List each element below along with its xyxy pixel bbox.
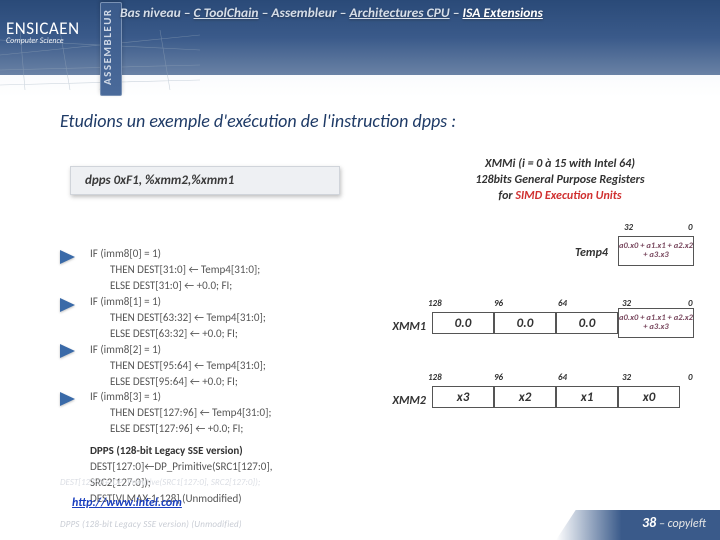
bit-label: 96 — [494, 372, 503, 383]
logo-name: ENSICAEN — [6, 20, 80, 37]
bit-label: 0 — [688, 222, 693, 233]
reg-label-xmm1: XMM1 — [366, 320, 426, 334]
intel-link[interactable]: http://www.intel.com — [72, 496, 182, 510]
copyleft-note: – copyleft — [656, 517, 706, 531]
desc-line: XMMi (i = 0 à 15 with Intel 64) — [430, 156, 690, 172]
pseudocode-block: IF (imm8[0] = 1) THEN DEST[31:0] ← Temp4… — [90, 246, 320, 507]
page-title: Etudions un exemple d'exécution de l'ins… — [60, 110, 456, 132]
crumb-item: Bas niveau — [120, 4, 181, 21]
reg-cell-temp4: a0.x0 + a1.x1 + a2.x2 + a3.x3 — [618, 236, 694, 266]
bit-label: 0 — [688, 372, 693, 383]
desc-line: 128bits General Purpose Registers — [430, 172, 690, 188]
reg-cell-xmm2-0: x0 — [618, 386, 680, 408]
bit-label: 96 — [494, 298, 503, 309]
code-line: ELSE DEST[127:96] ← +0.0; FI; — [110, 421, 320, 437]
bit-label: 32 — [622, 372, 631, 383]
logo: ENSICAEN Computer Science — [6, 20, 80, 45]
code-line: THEN DEST[31:0] ← Temp4[31:0]; — [110, 262, 320, 278]
code-line: IF (imm8[3] = 1) — [90, 389, 320, 405]
code-line: IF (imm8[0] = 1) — [90, 246, 320, 262]
crumb-item: Architectures CPU — [349, 4, 449, 21]
code-line: THEN DEST[63:32] ← Temp4[31:0]; — [110, 310, 320, 326]
ghost-text: DEST[127:0]←DP_Primitive(SRC1[127:0], SR… — [60, 477, 680, 488]
bullet-arrow-icon — [60, 250, 75, 264]
bullet-arrow-icon — [60, 298, 75, 312]
code-line: ELSE DEST[95:64] ← +0.0; FI; — [110, 374, 320, 390]
reg-cell-xmm2-2: x2 — [494, 386, 556, 408]
logo-subtitle: Computer Science — [6, 37, 80, 45]
code-line: IF (imm8[1] = 1) — [90, 294, 320, 310]
reg-label-temp4: Temp4 — [548, 246, 608, 260]
code-line: DPPS (128-bit Legacy SSE version) — [90, 444, 243, 457]
bullet-arrow-icon — [60, 344, 75, 358]
code-line: THEN DEST[127:96] ← Temp4[31:0]; — [110, 405, 320, 421]
code-line: ELSE DEST[31:0] ← +0.0; FI; — [110, 278, 320, 294]
bit-label: 32 — [624, 222, 633, 233]
reg-cell-xmm1-2: 0.0 — [494, 312, 556, 334]
code-line: ELSE DEST[63:32] ← +0.0; FI; — [110, 326, 320, 342]
breadcrumb: Bas niveau – C ToolChain – Assembleur – … — [120, 4, 710, 21]
instruction-code: dpps 0xF1, %xmm2,%xmm1 — [70, 166, 340, 195]
code-line: THEN DEST[95:64] ← Temp4[31:0]; — [110, 358, 320, 374]
reg-cell-xmm1-3: 0.0 — [432, 312, 494, 334]
crumb-item-active: ISA Extensions — [462, 4, 542, 21]
footer: 38 – copyleft — [556, 510, 720, 540]
crumb-item: Assembleur — [271, 4, 336, 21]
reg-label-xmm2: XMM2 — [366, 394, 426, 408]
reg-cell-xmm2-3: x3 — [432, 386, 494, 408]
bullet-arrow-icon — [60, 392, 75, 406]
section-tab: ASSEMBLEUR — [100, 2, 122, 96]
bit-label: 128 — [428, 298, 442, 309]
page-number: 38 — [642, 514, 656, 531]
code-line: IF (imm8[2] = 1) — [90, 342, 320, 358]
reg-cell-xmm1-1: 0.0 — [556, 312, 618, 334]
bit-label: 128 — [428, 372, 442, 383]
desc-line: for SIMD Execution Units — [430, 188, 690, 204]
reg-cell-xmm2-1: x1 — [556, 386, 618, 408]
crumb-item: C ToolChain — [194, 4, 259, 21]
reg-cell-xmm1-0: a0.x0 + a1.x1 + a2.x2 + a3.x3 — [618, 308, 694, 338]
bit-label: 64 — [558, 298, 567, 309]
bit-label: 64 — [558, 372, 567, 383]
register-description: XMMi (i = 0 à 15 with Intel 64) 128bits … — [430, 156, 690, 205]
